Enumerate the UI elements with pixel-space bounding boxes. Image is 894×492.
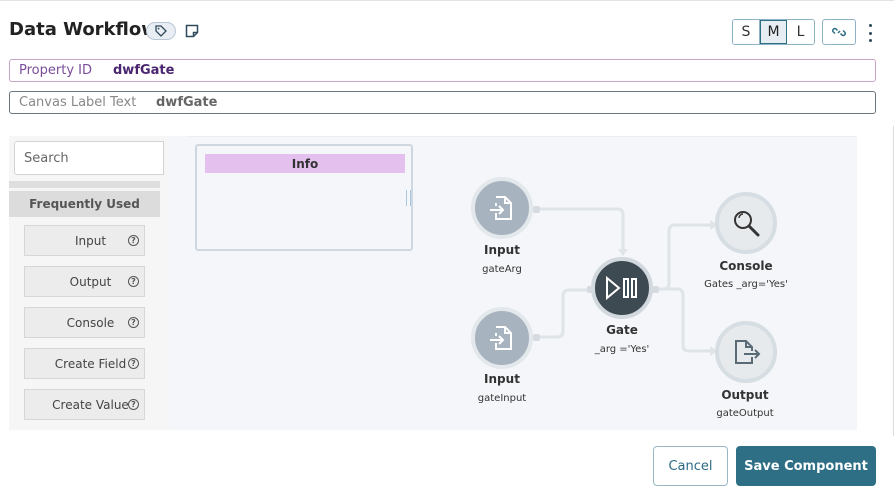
input-port[interactable] <box>587 286 594 293</box>
file-import-icon <box>490 326 512 350</box>
node-output[interactable] <box>715 321 777 383</box>
node-console[interactable] <box>715 192 777 254</box>
note-button[interactable] <box>183 22 201 40</box>
save-component-button[interactable]: Save Component <box>736 446 876 486</box>
palette-item-output[interactable]: Output ? <box>24 266 145 297</box>
arrow-head-gate <box>618 249 628 256</box>
help-icon[interactable]: ? <box>128 358 139 369</box>
node-subtitle: _arg ='Yes' <box>594 344 650 355</box>
palette-item-label: Create Field <box>54 356 127 371</box>
canvas-label-value[interactable]: dwfGate <box>156 95 217 110</box>
help-icon[interactable]: ? <box>128 235 139 246</box>
palette-item-input[interactable]: Input ? <box>24 225 145 256</box>
gate-play-pause-icon <box>606 276 637 300</box>
size-large-button[interactable]: L <box>787 20 814 44</box>
canvas-label-field[interactable]: Canvas Label Text dwfGate <box>9 91 876 114</box>
output-port[interactable] <box>533 206 540 213</box>
note-icon <box>185 24 199 38</box>
help-icon[interactable]: ? <box>128 317 139 328</box>
node-subtitle: Gates _arg='Yes' <box>704 279 788 290</box>
size-small-button[interactable]: S <box>733 20 760 44</box>
tag-icon <box>155 25 167 37</box>
node-title: Input <box>484 243 520 257</box>
palette-item-label: Input <box>74 233 107 248</box>
section-frequently-used[interactable]: Frequently Used <box>9 191 160 217</box>
file-export-icon <box>735 340 761 364</box>
node-input-gateinput[interactable] <box>471 307 533 369</box>
workflow-canvas[interactable]: Info Input gateArg Input gateInput Gate … <box>187 136 857 430</box>
property-id-label: Property ID <box>19 63 92 78</box>
tag-button[interactable] <box>146 22 176 40</box>
file-import-icon <box>490 196 512 220</box>
canvas-label-label: Canvas Label Text <box>19 95 137 110</box>
property-id-field[interactable]: Property ID dwfGate <box>9 59 876 82</box>
output-port[interactable] <box>533 334 540 341</box>
size-toggle-group: S M L <box>732 19 815 45</box>
node-input-gatearg[interactable] <box>471 177 533 239</box>
palette-item-label: Output <box>69 274 112 289</box>
node-title: Output <box>721 388 769 402</box>
dialog-title: Data Workflow <box>9 19 158 40</box>
search-placeholder: Search <box>24 150 69 166</box>
node-title: Console <box>719 259 773 273</box>
node-subtitle: gateOutput <box>716 408 774 419</box>
palette-item-label: Create Value <box>52 397 129 412</box>
component-palette: Search Frequently Used Input ? Output ? … <box>9 136 187 430</box>
link-icon <box>832 27 846 37</box>
property-id-value[interactable]: dwfGate <box>113 63 174 78</box>
search-input[interactable]: Search <box>14 141 164 175</box>
more-options-icon[interactable] <box>864 23 876 43</box>
cancel-button[interactable]: Cancel <box>653 446 728 486</box>
help-icon[interactable]: ? <box>128 276 139 287</box>
node-title: Gate <box>606 323 638 337</box>
magnifier-icon <box>734 211 760 237</box>
palette-item-label: Console <box>66 315 115 330</box>
node-title: Input <box>484 372 520 386</box>
link-button[interactable] <box>822 19 856 45</box>
node-gate[interactable] <box>591 257 653 319</box>
data-workflow-dialog: Data Workflow S M L Property ID dwfGate … <box>0 0 894 492</box>
node-subtitle: gateArg <box>482 264 522 275</box>
palette-list: Search Frequently Used Input ? Output ? … <box>9 136 169 430</box>
palette-item-console[interactable]: Console ? <box>24 307 145 338</box>
palette-divider <box>9 181 160 188</box>
palette-item-create-value[interactable]: Create Value ? <box>24 389 145 420</box>
node-subtitle: gateInput <box>477 393 527 404</box>
wire-gate-output <box>655 287 712 353</box>
help-icon[interactable]: ? <box>128 399 139 410</box>
palette-item-create-field[interactable]: Create Field ? <box>24 348 145 379</box>
output-port[interactable] <box>652 286 659 293</box>
size-medium-button[interactable]: M <box>760 20 787 44</box>
